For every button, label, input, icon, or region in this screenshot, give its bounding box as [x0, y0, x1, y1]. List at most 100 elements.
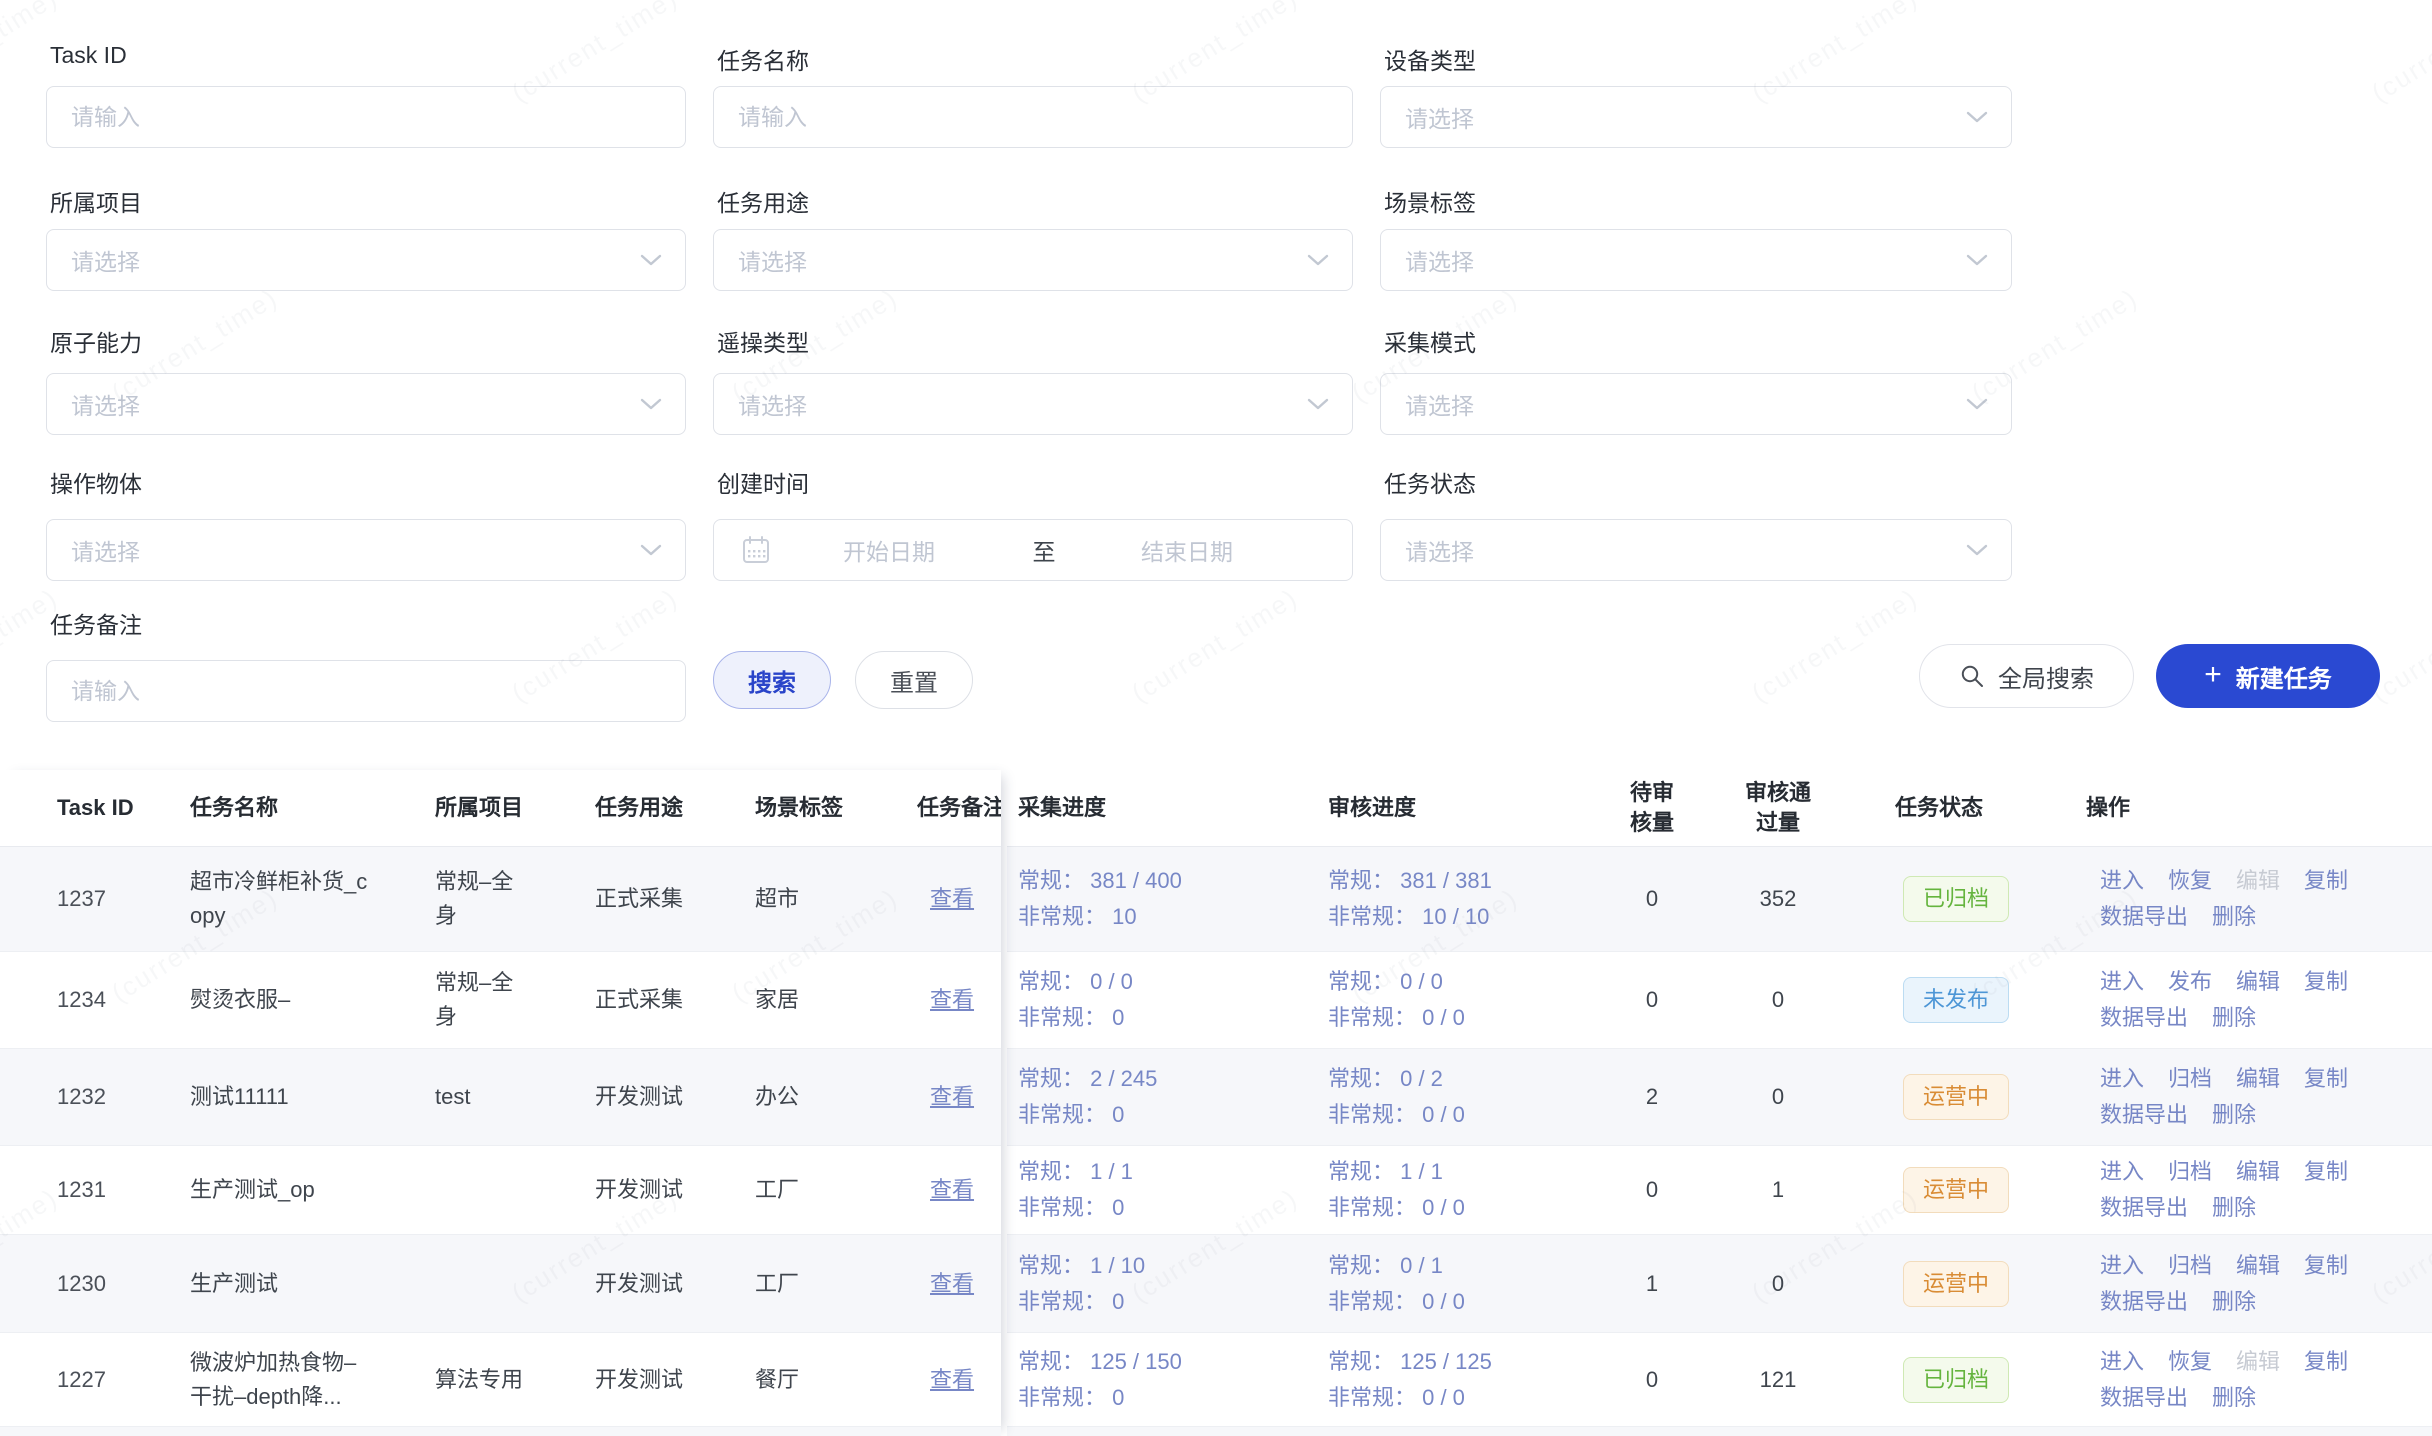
filter-field-collect-mode[interactable]: 请选择	[1380, 373, 2012, 435]
action-link[interactable]: 复制	[2304, 1159, 2348, 1184]
action-link[interactable]: 编辑	[2236, 1066, 2280, 1091]
teleop-type-placeholder: 请选择	[738, 387, 807, 421]
action-link[interactable]: 发布	[2168, 969, 2212, 994]
action-link[interactable]: 编辑	[2236, 969, 2280, 994]
action-link[interactable]: 删除	[2212, 1289, 2256, 1314]
action-link[interactable]: 数据导出	[2100, 904, 2188, 929]
remark-view-link[interactable]: 查看	[930, 1363, 974, 1397]
action-link[interactable]: 数据导出	[2100, 1385, 2188, 1410]
cell-project: test	[435, 1080, 527, 1114]
cell-scene-tag: 餐厅	[755, 1363, 799, 1397]
reset-button[interactable]: 重置	[855, 651, 973, 709]
filter-label-task-purpose: 任务用途	[717, 184, 809, 218]
action-link[interactable]: 进入	[2100, 1349, 2144, 1374]
action-link[interactable]: 删除	[2212, 1005, 2256, 1030]
chevron-down-icon	[1306, 397, 1330, 411]
action-link: 编辑	[2236, 1349, 2280, 1374]
cell-actions: 进入归档编辑复制数据导出删除	[2100, 1061, 2400, 1133]
search-button[interactable]: 搜索	[713, 651, 831, 709]
col-header-review: 审核进度	[1328, 793, 1416, 823]
action-link[interactable]: 进入	[2100, 969, 2144, 994]
task-purpose-placeholder: 请选择	[738, 243, 807, 277]
action-link[interactable]: 编辑	[2236, 1159, 2280, 1184]
action-link[interactable]: 数据导出	[2100, 1289, 2188, 1314]
cell-pending-count: 0	[1646, 882, 1658, 916]
filter-label-collect-mode: 采集模式	[1384, 324, 1476, 358]
cell-pending-count: 1	[1646, 1267, 1658, 1301]
cell-purpose: 开发测试	[595, 1267, 683, 1301]
filter-field-scene-tag[interactable]: 请选择	[1380, 229, 2012, 291]
cell-scene-tag: 工厂	[755, 1267, 799, 1301]
cell-approved-count: 0	[1772, 1267, 1784, 1301]
action-link[interactable]: 删除	[2212, 1195, 2256, 1220]
action-link[interactable]: 编辑	[2236, 1253, 2280, 1278]
cell-review-progress: 常规： 381 / 381非常规： 10 / 10	[1328, 863, 1492, 935]
cell-purpose: 开发测试	[595, 1080, 683, 1114]
task-name-input[interactable]	[714, 87, 1352, 147]
remark-view-link[interactable]: 查看	[930, 882, 974, 916]
action-link[interactable]: 归档	[2168, 1159, 2212, 1184]
action-link[interactable]: 删除	[2212, 904, 2256, 929]
task-remark-input[interactable]	[47, 661, 685, 721]
cell-approved-count: 0	[1772, 983, 1784, 1017]
col-header-status: 任务状态	[1895, 793, 1983, 823]
action-link[interactable]: 归档	[2168, 1066, 2212, 1091]
action-link[interactable]: 进入	[2100, 1066, 2144, 1091]
status-badge: 运营中	[1903, 1074, 2009, 1120]
remark-view-link[interactable]: 查看	[930, 1173, 974, 1207]
action-link[interactable]: 恢复	[2168, 868, 2212, 893]
filter-field-task-purpose[interactable]: 请选择	[713, 229, 1353, 291]
action-link[interactable]: 数据导出	[2100, 1005, 2188, 1030]
task-id-input[interactable]	[47, 87, 685, 147]
action-link[interactable]: 进入	[2100, 1253, 2144, 1278]
watermark-text: (current_time)	[1746, 582, 1923, 709]
action-link[interactable]: 复制	[2304, 1066, 2348, 1091]
action-link[interactable]: 复制	[2304, 1253, 2348, 1278]
device-type-placeholder: 请选择	[1405, 100, 1474, 134]
action-link[interactable]: 删除	[2212, 1385, 2256, 1410]
date-start-placeholder[interactable]: 开始日期	[843, 533, 935, 567]
global-search-button[interactable]: 全局搜索	[1919, 644, 2134, 708]
filter-field-task-name	[713, 86, 1353, 148]
table-fixed-left-pane: Task ID任务名称所属项目任务用途场景标签任务备注1237超市冷鲜柜补货_c…	[0, 770, 1001, 1436]
status-badge: 未发布	[1903, 977, 2009, 1023]
filter-field-operation-object[interactable]: 请选择	[46, 519, 686, 581]
filter-field-atomic-capability[interactable]: 请选择	[46, 373, 686, 435]
action-link[interactable]: 复制	[2304, 868, 2348, 893]
cell-pending-count: 0	[1646, 1173, 1658, 1207]
action-link[interactable]: 进入	[2100, 1159, 2144, 1184]
filter-label-create-time: 创建时间	[717, 465, 809, 499]
next-row-sliver	[1007, 1427, 2432, 1436]
table-header: 采集进度审核进度待审核量审核通过量任务状态操作	[1007, 770, 2432, 847]
table-row: 常规： 381 / 400非常规： 10 常规： 381 / 381非常规： 10…	[1007, 847, 2432, 952]
action-link[interactable]: 恢复	[2168, 1349, 2212, 1374]
action-link[interactable]: 数据导出	[2100, 1195, 2188, 1220]
action-link[interactable]: 复制	[2304, 1349, 2348, 1374]
cell-task-name: 微波炉加热食物–干扰–depth降...	[190, 1346, 372, 1414]
action-link[interactable]: 数据导出	[2100, 1102, 2188, 1127]
filter-field-create-time[interactable]: 开始日期至结束日期	[713, 519, 1353, 581]
table-scroll-pane[interactable]: 采集进度审核进度待审核量审核通过量任务状态操作常规： 381 / 400非常规：…	[1007, 770, 2432, 1436]
status-badge: 已归档	[1903, 1357, 2009, 1403]
remark-view-link[interactable]: 查看	[930, 1080, 974, 1114]
date-end-placeholder[interactable]: 结束日期	[1141, 533, 1233, 567]
action-link[interactable]: 归档	[2168, 1253, 2212, 1278]
cell-purpose: 开发测试	[595, 1363, 683, 1397]
collect-mode-placeholder: 请选择	[1405, 387, 1474, 421]
filter-field-device-type[interactable]: 请选择	[1380, 86, 2012, 148]
status-badge: 运营中	[1903, 1167, 2009, 1213]
filter-field-task-status[interactable]: 请选择	[1380, 519, 2012, 581]
remark-view-link[interactable]: 查看	[930, 1267, 974, 1301]
chevron-down-icon	[1965, 110, 1989, 124]
filter-field-teleop-type[interactable]: 请选择	[713, 373, 1353, 435]
action-link[interactable]: 删除	[2212, 1102, 2256, 1127]
scene-tag-placeholder: 请选择	[1405, 243, 1474, 277]
table-row: 常规： 125 / 150非常规： 0常规： 125 / 125非常规： 0 /…	[1007, 1333, 2432, 1427]
action-link[interactable]: 复制	[2304, 969, 2348, 994]
action-link[interactable]: 进入	[2100, 868, 2144, 893]
new-task-button[interactable]: + 新建任务	[2156, 644, 2380, 708]
cell-collect-progress: 常规： 381 / 400非常规： 10	[1018, 863, 1182, 935]
remark-view-link[interactable]: 查看	[930, 983, 974, 1017]
filter-field-project[interactable]: 请选择	[46, 229, 686, 291]
cell-scene-tag: 办公	[755, 1080, 799, 1114]
